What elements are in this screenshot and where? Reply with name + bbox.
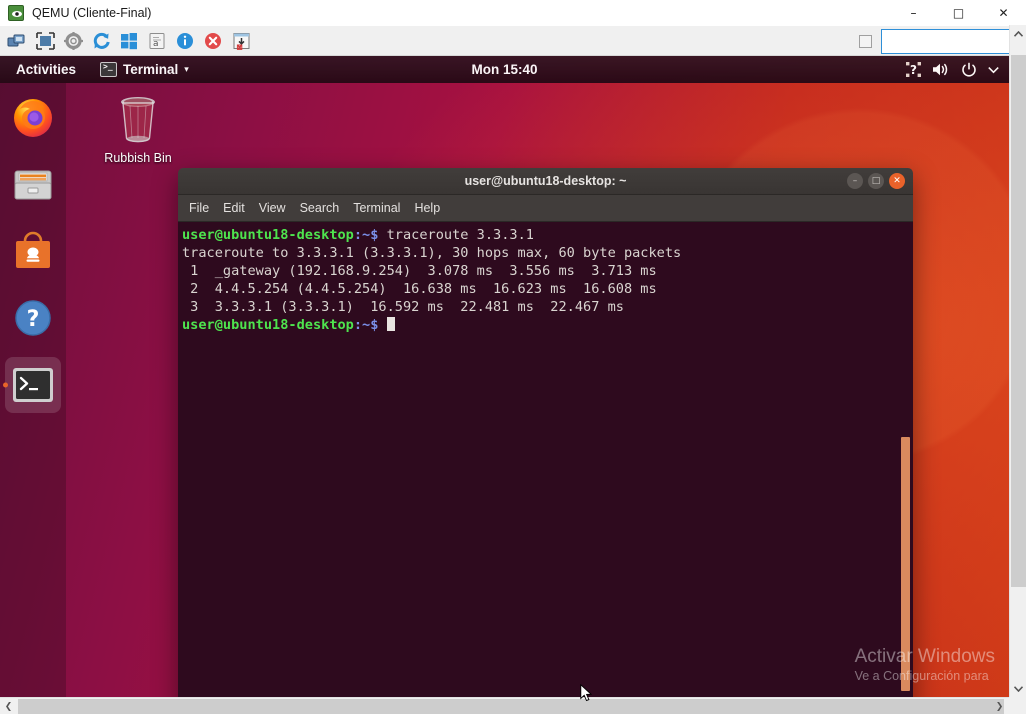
qemu-toolbar: a [0,27,1026,56]
terminal-prompt-path: :~$ [354,227,379,243]
host-window-controls: – □ ✕ [891,0,1026,27]
host-minimize-button[interactable]: – [891,0,936,27]
terminal-prompt-user: user@ubuntu18-desktop [182,227,354,243]
vm-viewport[interactable]: Activities Terminal ▾ Mon 15:40 ? [0,56,1009,697]
dock-item-software[interactable] [5,223,61,279]
fullscreen-icon[interactable] [33,30,57,52]
rubbish-bin-icon [112,92,164,148]
menu-terminal[interactable]: Terminal [353,201,400,215]
machine-icon[interactable] [5,30,29,52]
info-icon[interactable] [173,30,197,52]
terminal-prompt-path: :~$ [354,317,379,333]
power-off-icon[interactable] [201,30,225,52]
menu-edit[interactable]: Edit [223,201,245,215]
terminal-line: 1 _gateway (192.168.9.254) 3.078 ms 3.55… [180,262,913,280]
preferences-icon[interactable] [61,30,85,52]
panel-chevron-down-icon[interactable] [988,66,999,74]
terminal-command: traceroute 3.3.3.1 [378,227,534,243]
screenshot-icon[interactable]: a [145,30,169,52]
qemu-icon [8,5,24,21]
ubuntu-top-panel: Activities Terminal ▾ Mon 15:40 ? [0,56,1009,83]
host-maximize-button[interactable]: □ [936,0,981,27]
scrollbar-corner [1009,697,1026,714]
terminal-line: 2 4.4.5.254 (4.4.5.254) 16.638 ms 16.623… [180,280,913,298]
terminal-output-area[interactable]: user@ubuntu18-desktop:~$ traceroute 3.3.… [178,222,913,697]
menu-help[interactable]: Help [414,201,440,215]
terminal-minimize-button[interactable]: – [847,173,863,189]
toolbar-text-input[interactable] [881,29,1013,54]
terminal-window[interactable]: user@ubuntu18-desktop: ~ – □ ✕ File Edit… [178,168,913,697]
host-window-title: QEMU (Cliente-Final) [32,6,151,20]
menu-view[interactable]: View [259,201,286,215]
power-icon[interactable] [961,62,977,78]
app-menu[interactable]: Terminal ▾ [100,62,189,77]
terminal-line: user@ubuntu18-desktop:~$ [180,316,913,334]
host-vertical-scrollbar[interactable] [1009,25,1026,697]
menu-search[interactable]: Search [300,201,340,215]
svg-text:?: ? [27,307,40,332]
terminal-menubar: File Edit View Search Terminal Help [178,195,913,222]
terminal-maximize-button[interactable]: □ [868,173,884,189]
svg-text:a: a [153,39,159,49]
host-hscroll-thumb[interactable] [18,699,1004,714]
windows-icon[interactable] [117,30,141,52]
desktop-icon-rubbish-bin[interactable]: Rubbish Bin [96,92,180,165]
toolbar-checkbox[interactable] [859,35,872,48]
dock-item-files[interactable] [5,156,61,212]
screen-root: QEMU (Cliente-Final) – □ ✕ [0,0,1026,714]
keyboard-layout-icon[interactable]: ? [906,62,921,77]
terminal-icon [100,62,117,77]
dock-item-help[interactable]: ? [5,290,61,346]
host-vscroll-thumb[interactable] [1011,55,1026,587]
desktop-icon-label: Rubbish Bin [104,151,171,165]
host-window-titlebar: QEMU (Cliente-Final) – □ ✕ [0,0,1026,27]
dock-item-terminal[interactable] [5,357,61,413]
chevron-down-icon: ▾ [184,65,189,75]
terminal-window-controls: – □ ✕ [847,173,905,189]
terminal-title: user@ubuntu18-desktop: ~ [178,174,913,188]
refresh-icon[interactable] [89,30,113,52]
save-state-icon[interactable] [229,30,253,52]
panel-tray: ? [906,62,999,78]
menu-file[interactable]: File [189,201,209,215]
dock-item-firefox[interactable] [5,89,61,145]
activities-button[interactable]: Activities [10,60,82,79]
terminal-cursor [387,317,395,331]
scroll-up-icon[interactable] [1010,25,1026,42]
scroll-left-icon[interactable]: ❮ [0,698,17,714]
terminal-close-button[interactable]: ✕ [889,173,905,189]
terminal-prompt-user: user@ubuntu18-desktop [182,317,354,333]
ubuntu-dock: ? [0,83,66,697]
terminal-line: traceroute to 3.3.3.1 (3.3.3.1), 30 hops… [180,244,913,262]
app-menu-label: Terminal [123,62,178,77]
host-close-button[interactable]: ✕ [981,0,1026,27]
volume-icon[interactable] [932,62,950,77]
svg-text:?: ? [910,63,917,77]
terminal-scrollbar[interactable] [901,437,910,691]
terminal-line: user@ubuntu18-desktop:~$ traceroute 3.3.… [180,226,913,244]
scroll-right-icon[interactable]: ❯ [991,698,1008,714]
terminal-titlebar[interactable]: user@ubuntu18-desktop: ~ – □ ✕ [178,168,913,195]
panel-clock[interactable]: Mon 15:40 [471,62,537,77]
scroll-down-icon[interactable] [1010,680,1026,697]
host-horizontal-scrollbar[interactable]: ❮ ❯ [0,697,1026,714]
terminal-line: 3 3.3.3.1 (3.3.3.1) 16.592 ms 22.481 ms … [180,298,913,316]
